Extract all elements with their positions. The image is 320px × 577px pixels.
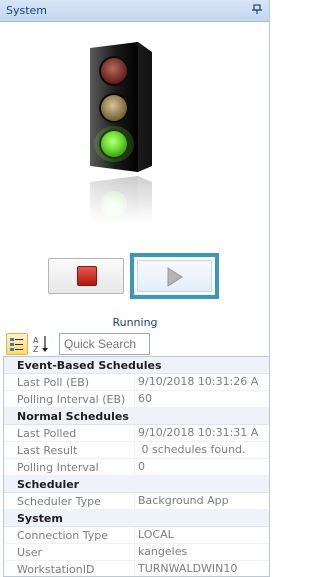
category-label: Normal Schedules [17, 409, 129, 423]
property-name: Polling Interval (EB) [17, 392, 126, 406]
category-normal-schedules[interactable]: Normal Schedules [4, 408, 269, 425]
property-value: kangeles [134, 543, 269, 561]
property-row-scheduler-type[interactable]: Scheduler Type Background App [4, 492, 269, 510]
property-name: Polling Interval [17, 460, 99, 474]
property-row-user[interactable]: User kangeles [4, 543, 269, 561]
category-label: System [17, 511, 63, 525]
property-value: LOCAL [134, 526, 269, 544]
property-name: WorkstationID [17, 562, 95, 576]
category-label: Scheduler [17, 477, 80, 491]
property-name: Last Poll (EB) [17, 375, 90, 389]
category-scheduler[interactable]: Scheduler [4, 476, 269, 493]
categorized-view-button[interactable] [6, 333, 28, 355]
svg-text:Z: Z [33, 345, 39, 354]
property-name: User [17, 545, 43, 559]
property-row-polling-interval-eb[interactable]: Polling Interval (EB) 60 [4, 390, 269, 408]
property-value: Background App [134, 492, 269, 510]
category-system[interactable]: System [4, 510, 269, 527]
property-row-last-result[interactable]: Last Result 0 schedules found. [4, 441, 269, 459]
property-value: 0 [134, 458, 269, 476]
property-value: TURNWALDWIN10 [134, 560, 269, 576]
svg-text:A: A [33, 336, 39, 345]
quick-search-input[interactable] [59, 333, 150, 355]
category-label: Event-Based Schedules [17, 358, 162, 372]
categorized-icon [10, 338, 23, 351]
category-event-based-schedules[interactable]: Event-Based Schedules [4, 357, 269, 374]
traffic-light-icon [80, 42, 170, 253]
property-row-last-polled[interactable]: Last Polled 9/10/2018 10:31:31 A [4, 424, 269, 442]
property-row-polling-interval[interactable]: Polling Interval 0 [4, 458, 269, 476]
property-name: Last Polled [17, 426, 77, 440]
property-value: 60 [134, 390, 269, 408]
property-value: 9/10/2018 10:31:31 A [134, 424, 269, 442]
play-button[interactable] [137, 260, 212, 292]
property-row-connection-type[interactable]: Connection Type LOCAL [4, 526, 269, 544]
property-name: Connection Type [17, 528, 109, 542]
stop-button[interactable] [48, 258, 124, 294]
play-icon [167, 267, 183, 287]
property-name: Last Result [17, 443, 78, 457]
play-button-focus-frame [130, 253, 219, 299]
property-name: Scheduler Type [17, 494, 101, 508]
system-panel: System Running A Z Quick Search Event-Ba… [0, 0, 270, 577]
property-toolbar: A Z [0, 332, 269, 356]
property-grid: Event-Based Schedules Last Poll (EB) 9/1… [3, 356, 269, 577]
sort-az-icon: A Z [33, 336, 48, 354]
property-value: 0 schedules found. [134, 441, 269, 459]
stop-icon [77, 266, 97, 286]
panel-title-bar: System [0, 0, 269, 22]
pin-icon[interactable] [250, 3, 264, 17]
property-value: 9/10/2018 10:31:26 A [134, 373, 269, 391]
alphabetical-sort-button[interactable]: A Z [31, 333, 53, 355]
panel-title: System [6, 4, 48, 17]
property-row-workstation-id[interactable]: WorkstationID TURNWALDWIN10 [4, 560, 269, 576]
property-row-last-poll-eb[interactable]: Last Poll (EB) 9/10/2018 10:31:26 A [4, 373, 269, 391]
status-text: Running [112, 316, 158, 329]
